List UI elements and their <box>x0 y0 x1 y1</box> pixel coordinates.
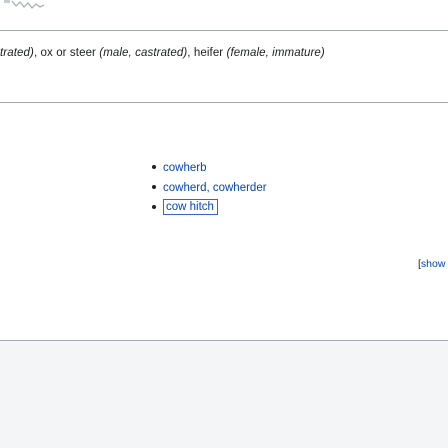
related-term-link[interactable]: cowherd, cowherder <box>163 182 267 194</box>
list-item: cowherd, cowherder <box>152 178 267 198</box>
related-term-link-selected[interactable]: cow hitch <box>163 199 218 215</box>
gloss-heifer-qualifier: (female, immature) <box>226 47 325 59</box>
show-button[interactable]: show <box>421 258 446 270</box>
gloss-heifer[interactable]: heifer <box>194 47 223 59</box>
list-item: cow hitch <box>152 198 267 218</box>
gloss-lead: trated) <box>0 47 34 59</box>
related-term-link[interactable]: cowherb <box>163 162 206 174</box>
definition-gloss: trated), ox or steer (male, castrated), … <box>0 47 325 59</box>
gloss-steer-qualifier: (male, castrated) <box>99 47 188 59</box>
gloss-ox[interactable]: ox <box>41 47 53 59</box>
related-terms-section <box>0 103 448 340</box>
partial-icon <box>4 0 45 9</box>
related-terms-list: cowherb cowherd, cowherder cow hitch <box>152 158 267 218</box>
definition-band <box>0 31 448 102</box>
page: trated), ox or steer (male, castrated), … <box>0 0 448 448</box>
show-toggle: [show <box>418 258 445 270</box>
bullet-icon <box>152 204 156 209</box>
top-strip <box>0 0 448 30</box>
gloss-or: or <box>56 47 67 59</box>
bullet-icon <box>152 184 156 189</box>
list-item: cowherb <box>152 158 267 178</box>
gloss-steer[interactable]: steer <box>70 47 96 59</box>
footer-band <box>0 341 448 448</box>
bullet-icon <box>152 164 156 169</box>
